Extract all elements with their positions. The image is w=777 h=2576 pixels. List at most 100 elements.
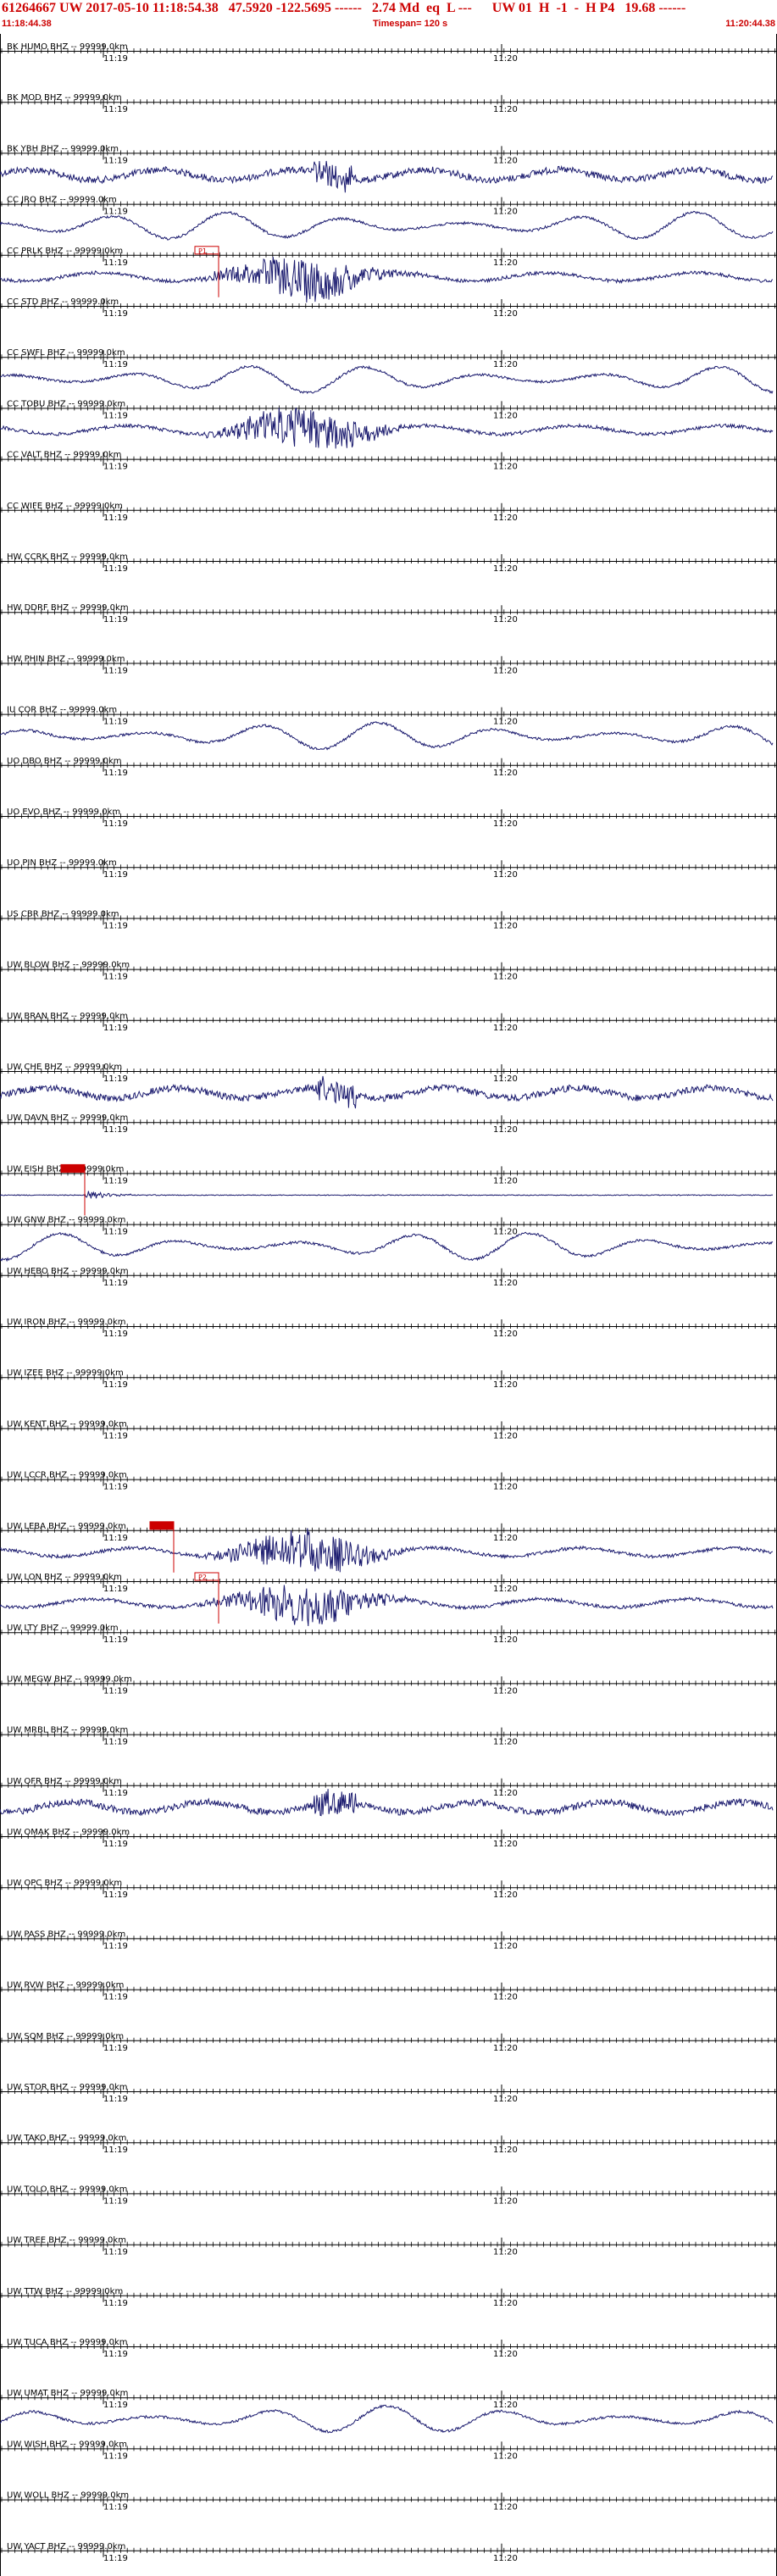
minute-label: 11:20: [493, 769, 518, 778]
minute-label: 11:19: [103, 1483, 128, 1492]
channel-label: UW OPC BHZ -- 99999.0km: [7, 1879, 122, 1888]
minute-label: 11:19: [103, 309, 128, 319]
channel-row: UW KENT BHZ -- 99999.0km 11:19 11:20: [0, 1419, 776, 1441]
channel-row: CC SWFL BHZ -- 99999.0km 11:19 11:20: [0, 348, 776, 395]
minute-label: 11:20: [493, 1686, 518, 1696]
minute-label: 11:20: [493, 1431, 518, 1441]
channel-row: CC PRLK BHZ -- 99999.0km 11:19 11:20 P1: [0, 246, 776, 303]
channel-row: UW IRON BHZ -- 99999.0km 11:19 11:20: [0, 1318, 776, 1339]
minute-label: 11:20: [493, 666, 518, 675]
minute-label: 11:19: [103, 1840, 128, 1849]
minute-label: 11:19: [103, 1585, 128, 1594]
minute-label: 11:19: [103, 973, 128, 982]
minute-label: 11:20: [493, 1176, 518, 1185]
minute-label: 11:19: [103, 1993, 128, 2002]
minute-label: 11:20: [493, 870, 518, 880]
minute-label: 11:20: [493, 615, 518, 625]
channel-label: UW PASS BHZ -- 99999.0km: [7, 1929, 125, 1939]
minute-label: 11:20: [493, 1789, 518, 1798]
channel-row: UW CHE BHZ -- 99999.0km 11:19 11:20: [0, 1063, 776, 1109]
minute-label: 11:20: [493, 1941, 518, 1951]
minute-label: 11:19: [103, 1941, 128, 1951]
channel-label: UW CHE BHZ -- 99999.0km: [7, 1063, 122, 1072]
channel-row: CC STD BHZ -- 99999.0km 11:19 11:20: [0, 297, 776, 319]
channel-label: UW LEBA BHZ -- 99999.0km: [7, 1522, 126, 1531]
channel-label: CC VALT BHZ -- 99999.0km: [7, 451, 121, 460]
channel-label: UW BLOW BHZ -- 99999.0km: [7, 961, 130, 970]
channel-row: UW OFR BHZ -- 99999.0km 11:19 11:20: [0, 1777, 776, 1817]
minute-label: 11:20: [493, 1024, 518, 1033]
minute-label: 11:19: [103, 514, 128, 523]
channel-row: UW OPC BHZ -- 99999.0km 11:19 11:20: [0, 1879, 776, 1900]
channel-label: CC SWFL BHZ -- 99999.0km: [7, 348, 125, 358]
minute-label: 11:19: [103, 1279, 128, 1288]
minute-label: 11:20: [493, 105, 518, 114]
phase-pick-flag: [60, 1163, 86, 1173]
channel-row: UW LON BHZ -- 99999.0km 11:19 11:20 P2: [0, 1572, 776, 1627]
minute-label: 11:19: [103, 463, 128, 472]
channel-row: US CBR BHZ -- 99999.0km 11:19 11:20: [0, 909, 776, 930]
minute-label: 11:19: [103, 1890, 128, 1900]
channel-row: UW GNW BHZ -- 99999.0km 11:19 11:20: [0, 1216, 776, 1263]
channel-row: UW EISH BHZ -- 99999.0km11:1911:20: [0, 1163, 776, 1216]
minute-label: 11:20: [493, 1890, 518, 1900]
channel-label: UW KENT BHZ -- 99999.0km: [7, 1419, 127, 1429]
minute-label: 11:19: [103, 1380, 128, 1390]
minute-label: 11:20: [493, 1279, 518, 1288]
channel-row: UO PIN BHZ -- 99999.0km 11:19 11:20: [0, 858, 776, 880]
channel-row: CC TOBU BHZ -- 99999.0km 11:19 11:20: [0, 399, 776, 449]
minute-label: 11:19: [103, 1074, 128, 1084]
channel-row: CC JRO BHZ -- 99999.0km 11:19 11:20: [0, 196, 776, 241]
minute-label: 11:19: [103, 1228, 128, 1237]
channel-label: UO DBO BHZ -- 99999.0km: [7, 757, 122, 766]
minute-label: 11:19: [103, 208, 128, 217]
minute-label: 11:19: [103, 1534, 128, 1543]
channel-row: UW OMAK BHZ -- 99999.0km 11:19 11:20: [0, 1828, 776, 1849]
channel-label: IU COR BHZ -- 99999.0km: [7, 706, 117, 715]
minute-label: 11:20: [493, 360, 518, 369]
minute-label: 11:20: [493, 1125, 518, 1135]
channel-label: CC WIFE BHZ -- 99999.0km: [7, 502, 123, 511]
waveform-trace: [0, 365, 774, 395]
channel-row: UW LEBA BHZ -- 99999.0km 11:19 11:20: [0, 1521, 776, 1573]
channel-label: UW OMAK BHZ -- 99999.0km: [7, 1828, 130, 1837]
channel-label: UW LON BHZ -- 99999.0km: [7, 1573, 122, 1582]
channel-row: BK HUMO BHZ -- 99999.0km 11:19 11:20: [0, 42, 776, 64]
channel-label: BK HUMO BHZ -- 99999.0km: [7, 42, 128, 52]
channel-row: UO DBO BHZ -- 99999.0km 11:19 11:20: [0, 757, 776, 778]
waveform-trace: [0, 1191, 774, 1199]
channel-row: HW CCRK BHZ -- 99999.0km 11:19 11:20: [0, 552, 776, 574]
minute-label: 11:20: [493, 1635, 518, 1645]
channel-label: UO PIN BHZ -- 99999.0km: [7, 858, 117, 868]
minute-label: 11:20: [493, 258, 518, 268]
minute-label: 11:20: [493, 1330, 518, 1339]
channel-row: CC WIFE BHZ -- 99999.0km 11:19 11:20: [0, 502, 776, 523]
minute-label: 11:19: [103, 411, 128, 420]
phase-pick-flag: [149, 1521, 175, 1530]
minute-label: 11:20: [493, 921, 518, 930]
minute-label: 11:20: [493, 54, 518, 64]
channel-row: HW DDRF BHZ -- 99999.0km 11:19 11:20: [0, 603, 776, 625]
channel-label: UW LTY BHZ -- 99999.0km: [7, 1624, 119, 1633]
minute-label: 11:20: [493, 1380, 518, 1390]
minute-label: 11:20: [493, 463, 518, 472]
minute-label: 11:20: [493, 1228, 518, 1237]
channel-label: CC PRLK BHZ -- 99999.0km: [7, 247, 123, 256]
minute-label: 11:19: [103, 54, 128, 64]
minute-label: 11:20: [493, 718, 518, 727]
minute-label: 11:20: [493, 156, 518, 165]
minute-label: 11:19: [103, 819, 128, 829]
phase-pick-label: P1: [198, 247, 207, 255]
channel-label: UW LCCR BHZ -- 99999.0km: [7, 1471, 127, 1480]
channel-label: UW IRON BHZ -- 99999.0km: [7, 1318, 126, 1327]
channel-label: UO EVO BHZ -- 99999.0km: [7, 808, 120, 817]
channel-row: UW SQM BHZ -- 99999.0km11:19 11:20: [0, 2032, 776, 2053]
minute-label: 11:20: [493, 564, 518, 574]
phase-pick-label: P2: [198, 1574, 207, 1581]
channel-label: HW CCRK BHZ -- 99999.0km: [7, 552, 128, 562]
channel-row: UW RVW BHZ -- 99999.0km 11:19 11:20: [0, 1981, 776, 2002]
minute-label: 11:19: [103, 1125, 128, 1135]
minute-label: 11:19: [103, 870, 128, 880]
minute-label: 11:19: [103, 718, 128, 727]
channel-row: UW MEGW BHZ -- 99999.0km 11:19 11:20: [0, 1674, 776, 1696]
